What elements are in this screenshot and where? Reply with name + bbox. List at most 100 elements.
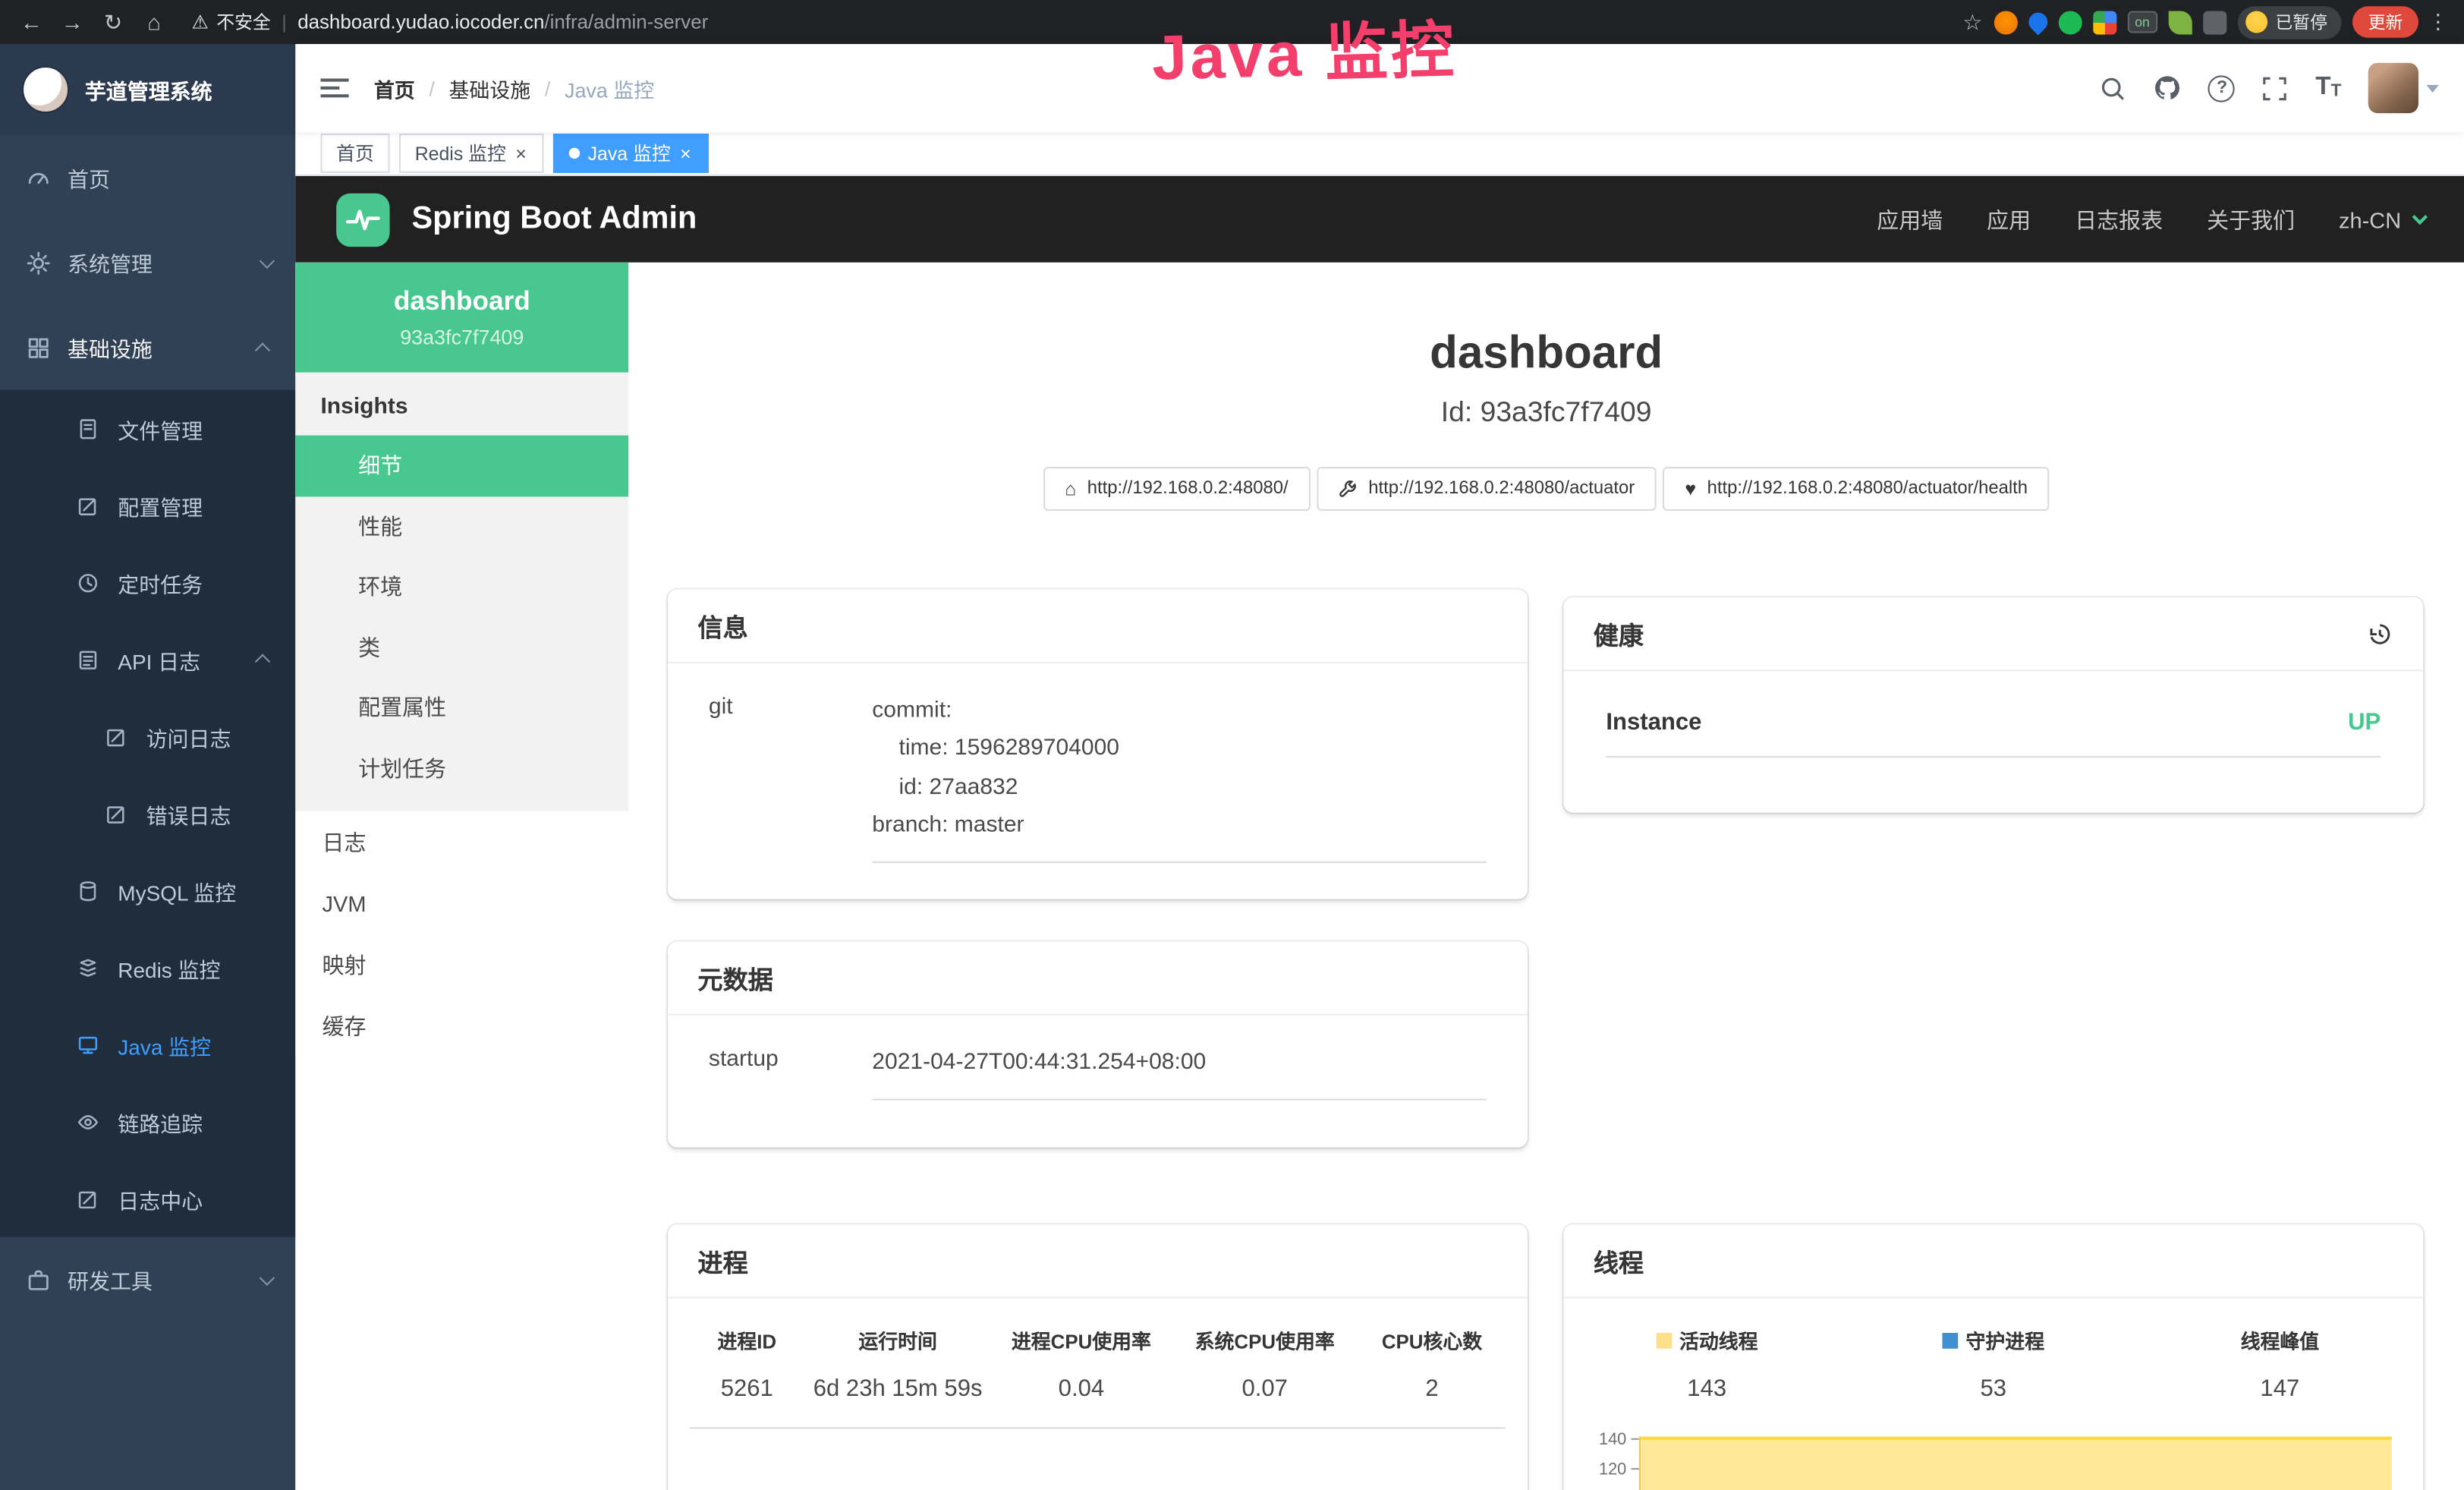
browser-reload-button[interactable]: ↻	[94, 5, 132, 39]
sidebar-item-label: MySQL 监控	[118, 874, 236, 906]
user-avatar	[2368, 63, 2418, 113]
sba-nav-about[interactable]: 关于我们	[2207, 203, 2295, 235]
process-col-label: 进程ID	[690, 1325, 804, 1355]
github-icon[interactable]	[2154, 74, 2182, 102]
breadcrumb-home[interactable]: 首页	[374, 73, 415, 102]
process-col-value: 5261	[690, 1375, 804, 1402]
spring-boot-admin-logo[interactable]	[336, 193, 389, 246]
sba-item-logs[interactable]: 日志	[295, 811, 628, 873]
close-icon[interactable]: ×	[678, 142, 693, 164]
sba-item-environment[interactable]: 环境	[295, 556, 628, 617]
legend-label: 守护进程	[1966, 1325, 2045, 1355]
extension-icon-leaf[interactable]	[2169, 10, 2192, 33]
sidebar-item-system-mgmt[interactable]: 系统管理	[0, 220, 295, 305]
instance-name: dashboard	[394, 286, 530, 317]
extension-icon-green[interactable]	[2058, 10, 2082, 33]
hamburger-icon[interactable]	[320, 77, 348, 99]
bookmark-star-icon[interactable]: ☆	[1962, 8, 1982, 35]
app-logo-row[interactable]: 芋道管理系统	[0, 44, 295, 135]
admin-sidebar: 芋道管理系统 首页 系统管理 基础设施	[0, 44, 295, 1490]
sidebar-item-mysql-monitor[interactable]: MySQL 监控	[0, 852, 295, 928]
sidebar-item-log-center[interactable]: 日志中心	[0, 1160, 295, 1236]
sidebar-item-file-mgmt[interactable]: 文件管理	[0, 390, 295, 467]
sba-item-mappings[interactable]: 映射	[295, 934, 628, 995]
breadcrumb-infrastructure[interactable]: 基础设施	[449, 73, 531, 102]
sba-item-caches[interactable]: 缓存	[295, 995, 628, 1057]
chart-y-axis: 140 120 100	[1563, 1424, 1638, 1490]
site-security-chip[interactable]: ⚠ 不安全	[192, 9, 271, 34]
sidebar-item-scheduled-jobs[interactable]: 定时任务	[0, 543, 295, 620]
home-icon: ⌂	[1065, 478, 1076, 500]
sba-item-details[interactable]: 细节	[295, 436, 628, 496]
sba-nav-journal[interactable]: 日志报表	[2075, 203, 2163, 235]
sidebar-item-label: 错误日志	[146, 798, 231, 829]
process-col-label: 运行时间	[804, 1325, 992, 1355]
legend-value: 147	[2137, 1375, 2424, 1402]
search-icon[interactable]	[2101, 74, 2127, 101]
sidebar-item-error-logs[interactable]: 错误日志	[0, 775, 295, 852]
sba-nav-wallboard[interactable]: 应用墙	[1877, 203, 1943, 235]
address-bar[interactable]: ⚠ 不安全 | dashboard.yudao.iocoder.cn/infra…	[192, 9, 1960, 34]
actuator-url-link[interactable]: http://192.168.0.2:48080/actuator	[1317, 467, 1657, 511]
extension-icon-drop[interactable]	[2024, 8, 2050, 35]
sidebar-item-config-mgmt[interactable]: 配置管理	[0, 467, 295, 543]
extension-icon-fox[interactable]	[1994, 10, 2017, 33]
chevron-up-icon	[255, 342, 270, 357]
history-icon[interactable]	[2367, 620, 2393, 647]
browser-home-button[interactable]: ⌂	[135, 5, 173, 39]
sidebar-item-home[interactable]: 首页	[0, 135, 295, 220]
extension-on-badge[interactable]: on	[2127, 11, 2157, 33]
tab-home[interactable]: 首页	[320, 134, 389, 173]
close-icon[interactable]: ×	[514, 142, 528, 164]
sidebar-item-api-logs[interactable]: API 日志	[0, 621, 295, 698]
legend-value: 53	[1850, 1375, 2137, 1402]
tab-java-monitor[interactable]: Java 监控 ×	[553, 134, 708, 173]
sba-item-scheduled-tasks[interactable]: 计划任务	[295, 738, 628, 799]
legend-swatch-blue	[1942, 1332, 1958, 1348]
sba-item-classes[interactable]: 类	[295, 617, 628, 678]
extension-icon-grid[interactable]	[2092, 10, 2116, 33]
warning-icon: ⚠	[192, 11, 209, 33]
metadata-value: 2021-04-27T00:44:31.254+08:00	[872, 1044, 1487, 1101]
sba-item-config-props[interactable]: 配置属性	[295, 678, 628, 739]
health-url-link[interactable]: ♥ http://192.168.0.2:48080/actuator/heal…	[1663, 467, 2050, 511]
process-col-pid: 进程ID 5261	[690, 1325, 804, 1402]
sidebar-item-java-monitor[interactable]: Java 监控	[0, 1006, 295, 1082]
sidebar-item-label: 首页	[68, 162, 110, 193]
sba-nav-applications[interactable]: 应用	[1987, 203, 2031, 235]
help-icon[interactable]: ?	[2208, 74, 2235, 101]
extensions-puzzle-icon[interactable]	[2203, 10, 2226, 33]
sidebar-item-infrastructure[interactable]: 基础设施	[0, 305, 295, 390]
sidebar-item-label: 定时任务	[118, 567, 203, 598]
process-col-value: 0.04	[992, 1375, 1171, 1402]
browser-back-button[interactable]: ←	[13, 5, 51, 39]
chevron-up-icon	[255, 654, 270, 669]
profile-paused-chip[interactable]: 已暂停	[2238, 5, 2342, 38]
browser-actions: ☆ on 已暂停 更新 ⋮	[1962, 5, 2451, 38]
chevron-down-icon	[2412, 209, 2428, 225]
font-size-icon[interactable]: TT	[2315, 75, 2341, 100]
browser-forward-button[interactable]: →	[53, 5, 91, 39]
sba-locale-select[interactable]: zh-CN	[2339, 206, 2423, 232]
page-url[interactable]: dashboard.yudao.iocoder.cn/infra/admin-s…	[297, 11, 708, 33]
sba-navbar: Spring Boot Admin 应用墙 应用 日志报表 关于我们 zh-CN	[295, 176, 2464, 263]
tab-redis-monitor[interactable]: Redis 监控 ×	[399, 134, 544, 173]
health-row-instance[interactable]: Instance UP	[1606, 709, 2381, 758]
health-card-title: 健康	[1594, 615, 1644, 653]
browser-update-button[interactable]: 更新	[2352, 6, 2418, 37]
sba-brand-title[interactable]: Spring Boot Admin	[412, 201, 697, 238]
service-url-link[interactable]: ⌂ http://192.168.0.2:48080/	[1043, 467, 1310, 511]
fullscreen-icon[interactable]	[2262, 74, 2289, 101]
sba-insights-group: Insights 细节 性能 环境 类 配置属性 计划任务	[295, 373, 628, 811]
sba-item-jvm[interactable]: JVM	[295, 872, 628, 934]
error-log-icon	[104, 802, 129, 824]
sidebar-item-access-logs[interactable]: 访问日志	[0, 698, 295, 774]
sidebar-item-tracing[interactable]: 链路追踪	[0, 1083, 295, 1160]
sidebar-item-redis-monitor[interactable]: Redis 监控	[0, 929, 295, 1006]
sidebar-item-dev-tools[interactable]: 研发工具	[0, 1237, 295, 1322]
user-avatar-menu[interactable]	[2368, 63, 2439, 113]
browser-menu-kebab-icon[interactable]: ⋮	[2425, 9, 2451, 34]
sba-item-metrics[interactable]: 性能	[295, 496, 628, 556]
health-status-badge: UP	[2348, 709, 2381, 736]
sba-instance-block[interactable]: dashboard 93a3fc7f7409	[295, 263, 628, 373]
